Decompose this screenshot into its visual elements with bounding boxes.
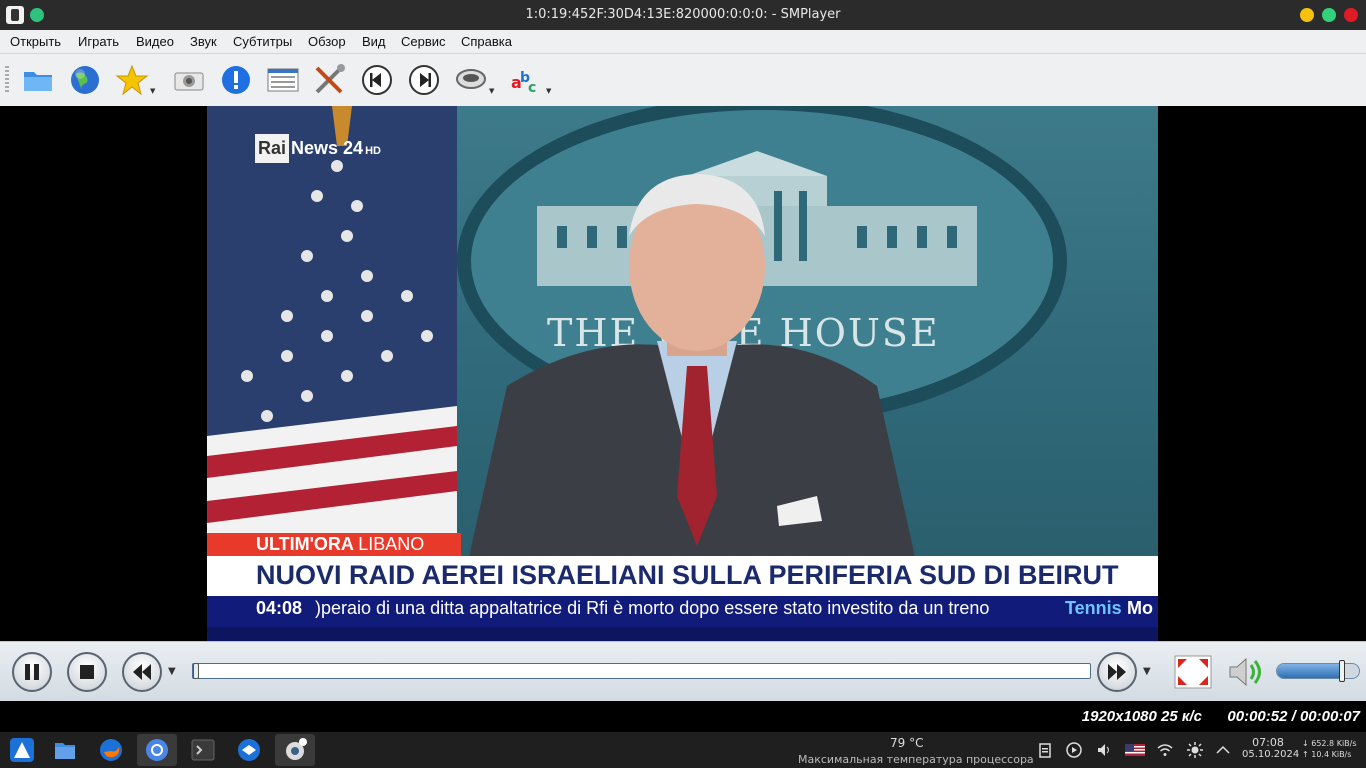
previous-icon[interactable] <box>360 64 394 96</box>
wifi-icon[interactable] <box>1157 742 1173 758</box>
volume-icon[interactable] <box>1226 654 1266 690</box>
news-ticker: 04:08 )peraio di una ditta appaltatrice … <box>207 596 1158 641</box>
network-upload: ↑ 10.4 KiB/s <box>1302 750 1352 759</box>
menu-subtitles[interactable]: Субтитры <box>233 34 292 49</box>
menu-audio[interactable]: Звук <box>190 34 217 49</box>
preferences-tools-icon[interactable] <box>313 64 347 96</box>
video-area[interactable]: THE W TE HOUSE Rai News 24 HD ULTIM'ORA … <box>0 106 1366 641</box>
logo-rai: Rai <box>255 134 290 163</box>
favorites-star-icon[interactable] <box>115 64 149 96</box>
ticker-time: 04:08 <box>256 598 303 618</box>
media-player-tray-icon[interactable] <box>1066 742 1082 758</box>
cpu-temperature-label: Максимальная температура процессора <box>798 753 1034 766</box>
logo-news: News 24 <box>291 138 364 158</box>
volume-level <box>1277 664 1342 678</box>
clock[interactable]: 07:08 05.10.2024 <box>1242 736 1300 760</box>
toolbar-grip[interactable] <box>5 66 9 94</box>
american-flag <box>207 106 457 536</box>
pause-icon <box>25 664 39 680</box>
toolbar: ▼ ▼ a b c ▼ <box>0 54 1366 106</box>
speaker-figure <box>467 174 917 566</box>
video-resolution: 1920x1080 25 к/с <box>1081 708 1202 725</box>
network-download: ↓ 652.8 KiB/s <box>1302 739 1357 748</box>
svg-text:c: c <box>528 80 536 96</box>
menu-bar: Открыть Играть Видео Звук Субтитры Обзор… <box>0 30 1366 54</box>
video-frame: THE W TE HOUSE Rai News 24 HD ULTIM'ORA … <box>207 106 1158 641</box>
volume-handle[interactable] <box>1338 660 1345 682</box>
pause-button[interactable] <box>12 652 52 692</box>
rewind-icon <box>133 664 151 680</box>
menu-browse[interactable]: Обзор <box>308 34 346 49</box>
menu-view[interactable]: Вид <box>362 34 386 49</box>
seek-handle[interactable] <box>193 663 199 679</box>
menu-options[interactable]: Сервис <box>401 34 446 49</box>
stop-icon <box>80 665 94 679</box>
window-title: 1:0:19:452F:30D4:13E:820000:0:0:0: - SMP… <box>525 7 841 22</box>
logo-hd: HD <box>365 145 381 157</box>
fullscreen-icon[interactable] <box>1174 655 1212 689</box>
ticker-next-topic: Tennis <box>1065 598 1122 618</box>
show-hidden-icons-icon[interactable] <box>1215 742 1231 758</box>
playlist-icon[interactable] <box>266 64 300 96</box>
firefox-icon[interactable] <box>99 738 123 762</box>
forward-button[interactable] <box>1097 652 1137 692</box>
keyboard-layout-flag-icon[interactable] <box>1125 742 1145 758</box>
open-folder-icon[interactable] <box>21 64 55 96</box>
clipboard-icon[interactable] <box>1037 742 1053 758</box>
screenshot-camera-icon[interactable] <box>172 64 206 96</box>
app-launcher-icon[interactable] <box>10 738 34 762</box>
rewind-button[interactable] <box>122 652 162 692</box>
info-icon[interactable] <box>219 64 253 96</box>
breaking-label-topic: LIBANO <box>358 534 425 554</box>
globe-icon[interactable] <box>68 64 102 96</box>
playback-time: 00:00:52 / 00:00:07 <box>1227 708 1360 725</box>
headline-banner: NUOVI RAID AEREI ISRAELIANI SULLA PERIFE… <box>207 556 1158 596</box>
menu-open[interactable]: Открыть <box>10 34 61 49</box>
menu-video[interactable]: Видео <box>136 34 174 49</box>
maximize-button[interactable] <box>1322 8 1336 22</box>
taskbar: 79 °C Максимальная температура процессор… <box>0 732 1366 768</box>
menu-help[interactable]: Справка <box>461 34 512 49</box>
clock-time: 07:08 <box>1252 736 1284 749</box>
subtitles-abc-icon[interactable]: a b c <box>508 64 542 96</box>
breaking-label-title: ULTIM'ORA <box>256 534 354 554</box>
subtitles-dropdown-icon[interactable]: ▼ <box>546 87 551 95</box>
close-button[interactable] <box>1344 8 1358 22</box>
clock-date: 05.10.2024 <box>1242 749 1300 760</box>
volume-tray-icon[interactable] <box>1096 742 1112 758</box>
audio-track-icon[interactable] <box>454 64 488 96</box>
network-speed: ↓ 652.8 KiB/s ↑ 10.4 KiB/s <box>1302 738 1357 760</box>
forward-dropdown-icon[interactable]: ▼ <box>1143 666 1151 677</box>
audio-track-dropdown-icon[interactable]: ▼ <box>489 87 494 95</box>
rai-news-logo: Rai News 24 HD <box>255 134 381 163</box>
mail-client-icon[interactable] <box>237 738 261 762</box>
terminal-icon[interactable] <box>191 738 215 762</box>
favorites-dropdown-icon[interactable]: ▼ <box>150 87 155 95</box>
brightness-icon[interactable] <box>1187 742 1203 758</box>
volume-slider[interactable] <box>1276 663 1360 679</box>
seek-bar[interactable] <box>192 663 1091 679</box>
smplayer-task-icon[interactable] <box>283 738 307 762</box>
chromium-icon[interactable] <box>145 738 169 762</box>
forward-icon <box>1108 664 1126 680</box>
title-bar: 1:0:19:452F:30D4:13E:820000:0:0:0: - SMP… <box>0 0 1366 30</box>
file-manager-icon[interactable] <box>53 738 77 762</box>
menu-play[interactable]: Играть <box>78 34 119 49</box>
breaking-label: ULTIM'ORA LIBANO <box>207 533 461 556</box>
next-icon[interactable] <box>407 64 441 96</box>
status-bar: 1920x1080 25 к/с 00:00:52 / 00:00:07 <box>0 701 1366 732</box>
rewind-dropdown-icon[interactable]: ▼ <box>168 666 176 677</box>
ticker-text: )peraio di una ditta appaltatrice di Rfi… <box>315 598 990 618</box>
stop-button[interactable] <box>67 652 107 692</box>
minimize-button[interactable] <box>1300 8 1314 22</box>
ticker-bottom-stripe <box>207 627 1158 641</box>
cpu-temperature: 79 °C <box>890 736 924 750</box>
ticker-next-text: Mo <box>1127 598 1153 618</box>
